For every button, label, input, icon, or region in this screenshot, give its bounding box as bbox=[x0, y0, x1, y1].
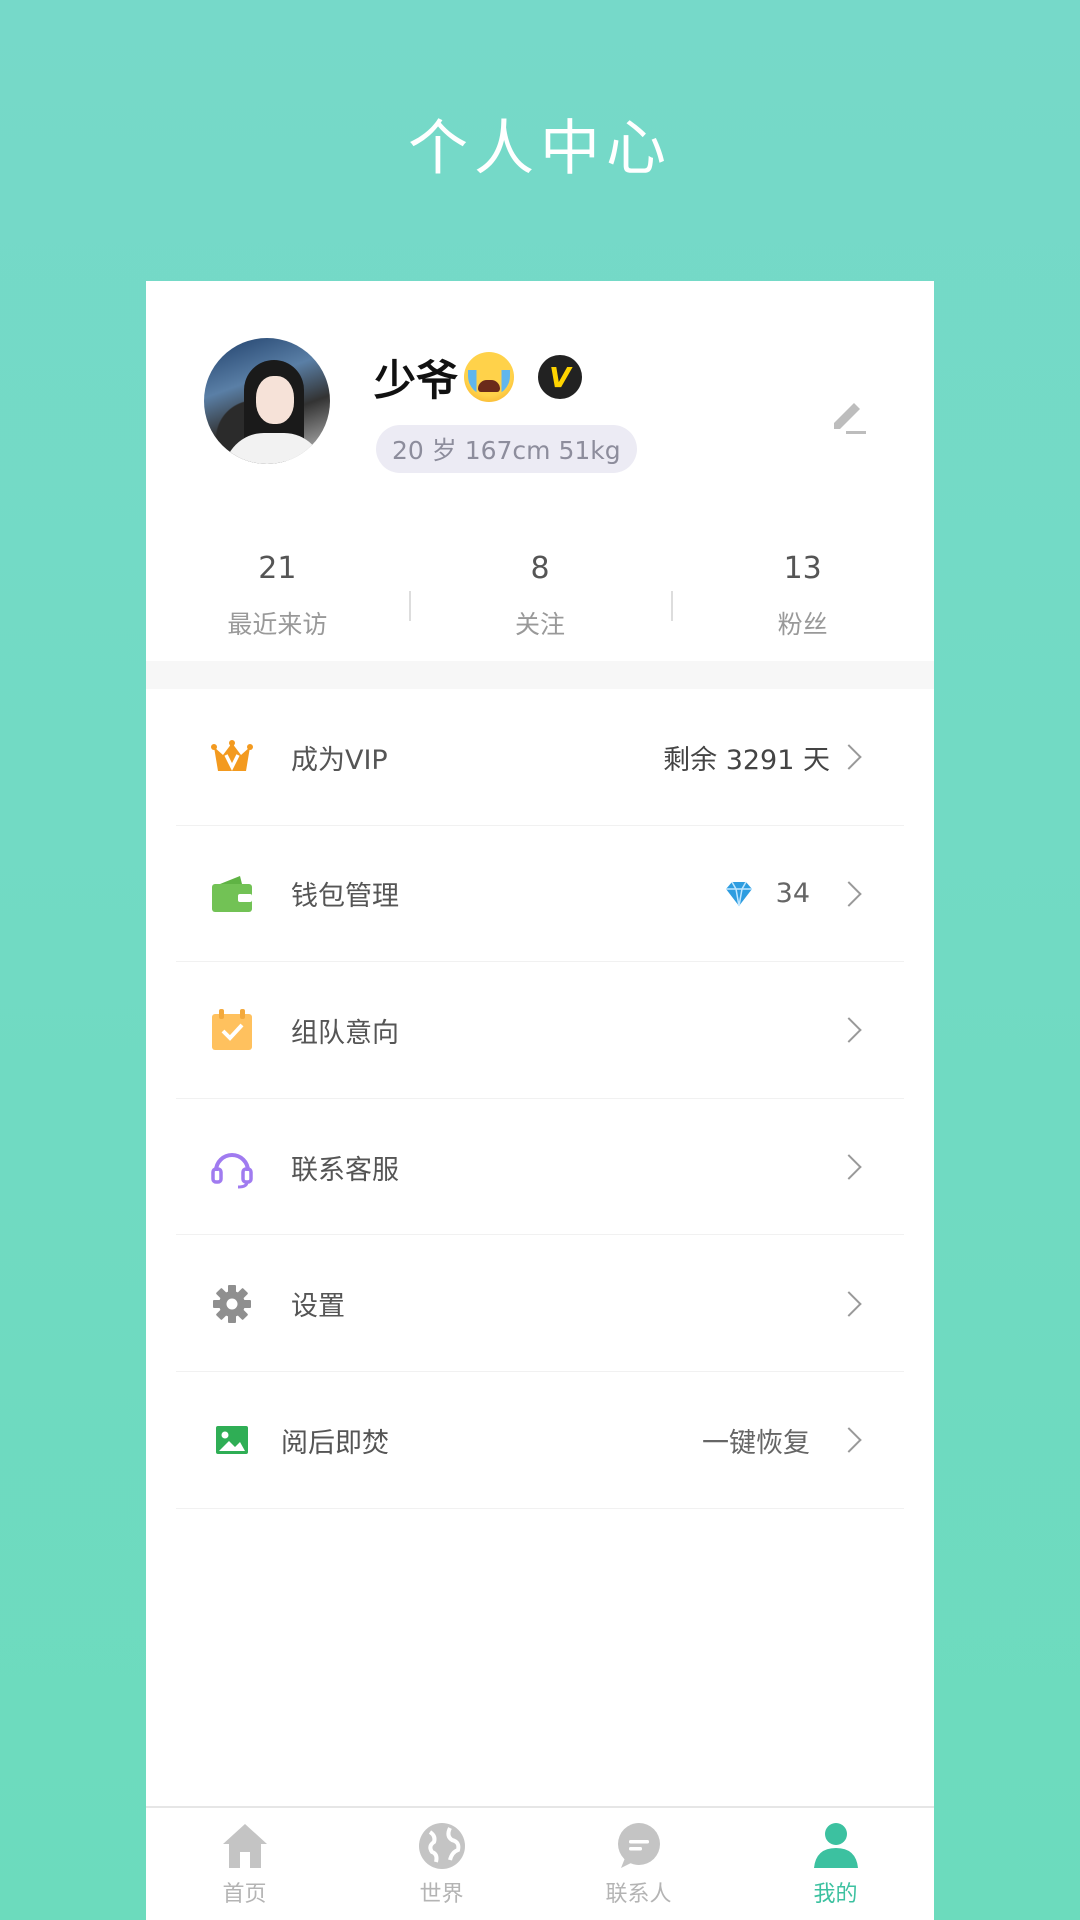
stat-following[interactable]: 8 关注 bbox=[408, 549, 672, 659]
stat-label: 关注 bbox=[515, 610, 566, 639]
menu-item-burn-after-reading[interactable]: 阅后即焚 一键恢复 bbox=[146, 1372, 934, 1509]
tab-contacts[interactable]: 联系人 bbox=[540, 1808, 737, 1920]
profile-card: 少爷 V 20 岁 167cm 51kg 21 最近来访 8 关注 13 粉丝 bbox=[146, 281, 934, 1920]
menu-item-customer-service[interactable]: 联系客服 bbox=[146, 1099, 934, 1236]
stat-recent-visitors[interactable]: 21 最近来访 bbox=[146, 549, 409, 659]
home-icon bbox=[222, 1824, 267, 1868]
globe-icon bbox=[418, 1823, 465, 1869]
crown-icon bbox=[211, 740, 253, 772]
chevron-right-icon bbox=[836, 1017, 862, 1044]
tab-world[interactable]: 世界 bbox=[343, 1808, 540, 1920]
menu-item-vip[interactable]: 成为VIP 剩余 3291 天 bbox=[146, 689, 934, 826]
tab-mine[interactable]: 我的 bbox=[737, 1808, 934, 1920]
stat-value: 13 bbox=[783, 551, 822, 586]
chevron-right-icon bbox=[836, 1290, 862, 1317]
menu-label: 钱包管理 bbox=[291, 881, 399, 913]
headset-icon bbox=[211, 1153, 253, 1189]
menu-label: 联系客服 bbox=[291, 1154, 399, 1186]
profile-info-pill: 20 岁 167cm 51kg bbox=[376, 425, 637, 473]
page-title: 个人中心 bbox=[408, 114, 672, 184]
section-divider bbox=[146, 661, 934, 689]
edit-pencil-icon[interactable] bbox=[826, 393, 870, 437]
crying-face-icon bbox=[464, 352, 515, 402]
one-click-restore-link[interactable]: 一键恢复 bbox=[702, 1421, 810, 1460]
chevron-right-icon bbox=[836, 744, 862, 771]
menu-label: 组队意向 bbox=[291, 1017, 399, 1049]
menu-item-wallet[interactable]: 钱包管理 34 bbox=[146, 826, 934, 963]
nickname-row: 少爷 V bbox=[374, 347, 583, 407]
image-icon bbox=[216, 1426, 248, 1455]
bottom-tab-bar: 首页 世界 联系人 我的 bbox=[146, 1806, 934, 1920]
stat-label: 粉丝 bbox=[777, 610, 828, 639]
stat-fans[interactable]: 13 粉丝 bbox=[671, 549, 934, 659]
diamond-icon bbox=[726, 881, 752, 907]
menu-item-team-intent[interactable]: 组队意向 bbox=[146, 962, 934, 1099]
vip-badge-icon: V bbox=[538, 355, 583, 399]
chat-icon bbox=[617, 1823, 660, 1868]
tab-label: 首页 bbox=[222, 1882, 267, 1907]
tab-label: 世界 bbox=[419, 1882, 464, 1907]
calendar-check-icon bbox=[212, 1009, 252, 1051]
wallet-icon bbox=[212, 875, 252, 912]
wallet-balance: 34 bbox=[775, 878, 810, 910]
stats-row: 21 最近来访 8 关注 13 粉丝 bbox=[146, 549, 934, 659]
user-icon bbox=[813, 1823, 858, 1868]
menu-label: 阅后即焚 bbox=[281, 1427, 389, 1459]
stat-value: 8 bbox=[530, 551, 550, 586]
chevron-right-icon bbox=[836, 881, 862, 907]
tab-label: 联系人 bbox=[605, 1882, 672, 1907]
tab-home[interactable]: 首页 bbox=[146, 1808, 343, 1920]
menu-label: 设置 bbox=[291, 1291, 345, 1323]
chevron-right-icon bbox=[836, 1154, 862, 1180]
stat-label: 最近来访 bbox=[227, 610, 328, 639]
nickname: 少爷 bbox=[374, 355, 459, 405]
tab-label: 我的 bbox=[813, 1882, 858, 1907]
chevron-right-icon bbox=[836, 1427, 862, 1453]
menu-item-settings[interactable]: 设置 bbox=[146, 1235, 934, 1372]
avatar[interactable] bbox=[204, 338, 330, 464]
gear-icon bbox=[213, 1284, 251, 1323]
stat-value: 21 bbox=[258, 551, 297, 586]
vip-remaining-days: 剩余 3291 天 bbox=[663, 744, 830, 776]
menu-list: 成为VIP 剩余 3291 天 钱包管理 34 组队意向 联系客服 设置 阅后即… bbox=[146, 689, 934, 1509]
menu-label: 成为VIP bbox=[291, 744, 388, 776]
